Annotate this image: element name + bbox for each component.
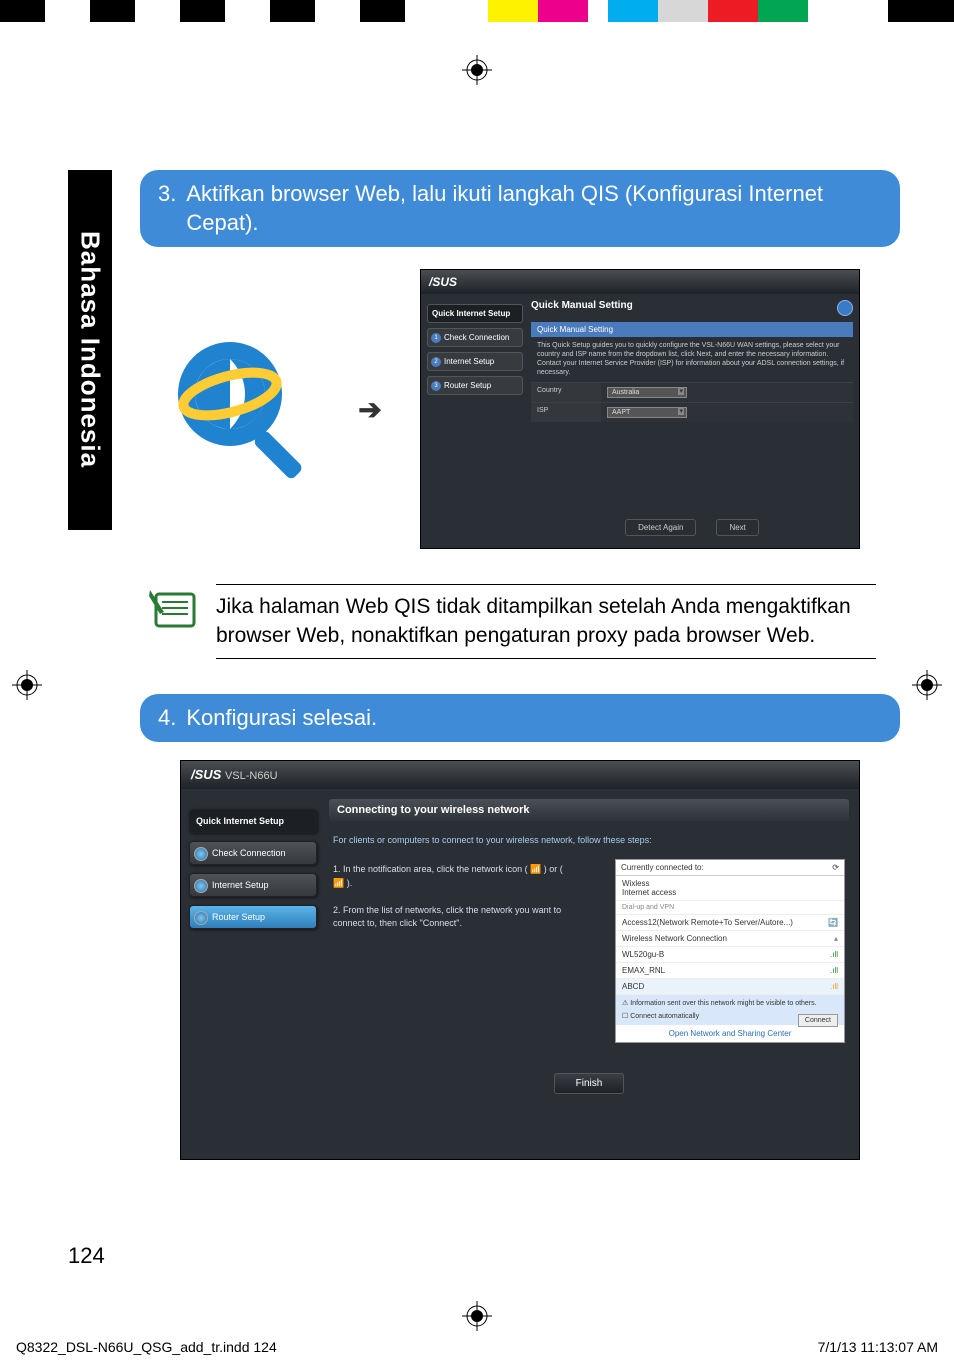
sidebar-internet-setup[interactable]: Internet Setup [189, 873, 317, 897]
popup-header: Currently connected to:⟳ [616, 860, 844, 876]
qis-section-head: Quick Manual Setting [531, 322, 853, 337]
sidebar-router-setup[interactable]: 3Router Setup [427, 376, 523, 395]
qis-main: Connecting to your wireless network For … [329, 799, 849, 1149]
sidebar-title: Quick Internet Setup [427, 304, 523, 323]
registration-mark-bottom [462, 1301, 492, 1331]
popup-current-net: Wixless Internet access [616, 876, 844, 901]
sidebar-check-connection[interactable]: 1Check Connection [427, 328, 523, 347]
list-item[interactable]: EMAX_RNL.ıll [616, 963, 844, 979]
footer-filename: Q8322_DSL-N66U_QSG_add_tr.indd 124 [16, 1339, 277, 1355]
registration-mark-top [462, 55, 492, 85]
popup-section: Dial-up and VPN [616, 901, 844, 915]
sidebar-internet-setup[interactable]: 2Internet Setup [427, 352, 523, 371]
qis-sidebar: Quick Internet Setup 1Check Connection 2… [427, 304, 523, 400]
isp-dropdown[interactable]: AAPT [607, 407, 687, 418]
sidebar-title: Quick Internet Setup [189, 809, 317, 833]
sidebar-router-setup[interactable]: Router Setup [189, 905, 317, 929]
page-number: 124 [68, 1243, 105, 1269]
home-icon[interactable] [837, 300, 853, 316]
router-screenshot-qis: /SUS Quick Internet Setup 1Check Connect… [420, 269, 860, 549]
country-dropdown[interactable]: Australia [607, 387, 687, 398]
popup-warning: ⚠ Information sent over this network mig… [616, 995, 844, 1024]
arrow-icon: ➔ [340, 393, 400, 426]
registration-mark-right [912, 670, 942, 700]
list-item[interactable]: WL520gu-B.ıll [616, 947, 844, 963]
asus-logo: /SUS VSL-N66U [181, 761, 859, 789]
form-row-isp: ISP AAPT [531, 402, 853, 422]
step-3-callout: 3. Aktifkan browser Web, lalu ikuti lang… [140, 170, 900, 247]
step-4-callout: 4. Konfigurasi selesai. [140, 694, 900, 743]
qis-sidebar: Quick Internet Setup Check Connection In… [189, 809, 317, 937]
windows-network-popup: Currently connected to:⟳ Wixless Interne… [615, 859, 845, 1042]
note-text: Jika halaman Web QIS tidak ditampilkan s… [216, 593, 876, 650]
page-content: 3. Aktifkan browser Web, lalu ikuti lang… [140, 170, 900, 1160]
note-block: Jika halaman Web QIS tidak ditampilkan s… [140, 584, 900, 659]
footer-timestamp: 7/1/13 11:13:07 AM [818, 1339, 938, 1355]
connection-steps: 1. In the notification area, click the n… [329, 859, 569, 935]
finish-button[interactable]: Finish [554, 1073, 624, 1094]
router-screenshot-finish: /SUS VSL-N66U Quick Internet Setup Check… [180, 760, 860, 1160]
asus-logo: /SUS [421, 270, 859, 294]
form-row-country: Country Australia [531, 382, 853, 402]
step-3-figure: ➔ /SUS Quick Internet Setup 1Check Conne… [170, 269, 900, 549]
qis-description: This Quick Setup guides you to quickly c… [531, 337, 853, 381]
note-icon [146, 584, 198, 632]
list-item[interactable]: ABCD.ıll [616, 979, 844, 995]
language-tab: Bahasa Indonesia [68, 170, 112, 530]
step-number: 4. [158, 704, 176, 733]
note-text-container: Jika halaman Web QIS tidak ditampilkan s… [216, 584, 876, 659]
color-registration-bar [0, 0, 954, 22]
browser-magnifier-icon [170, 334, 320, 484]
next-button[interactable]: Next [716, 519, 758, 536]
qis-main: Quick Manual Setting Quick Manual Settin… [531, 300, 853, 542]
detect-again-button[interactable]: Detect Again [625, 519, 696, 536]
registration-mark-left [12, 670, 42, 700]
connecting-subtext: For clients or computers to connect to y… [329, 821, 849, 859]
step-text: Konfigurasi selesai. [186, 704, 377, 733]
list-item[interactable]: Access12(Network Remote+To Server/Autore… [616, 915, 844, 931]
sidebar-check-connection[interactable]: Check Connection [189, 841, 317, 865]
list-item: Wireless Network Connection▴ [616, 931, 844, 947]
open-network-center-link[interactable]: Open Network and Sharing Center [616, 1025, 844, 1042]
connecting-title: Connecting to your wireless network [329, 799, 849, 821]
connect-button[interactable]: Connect [798, 1014, 838, 1027]
step-text: Aktifkan browser Web, lalu ikuti langkah… [186, 180, 882, 237]
qis-title: Quick Manual Setting [531, 300, 853, 316]
step-number: 3. [158, 180, 176, 237]
